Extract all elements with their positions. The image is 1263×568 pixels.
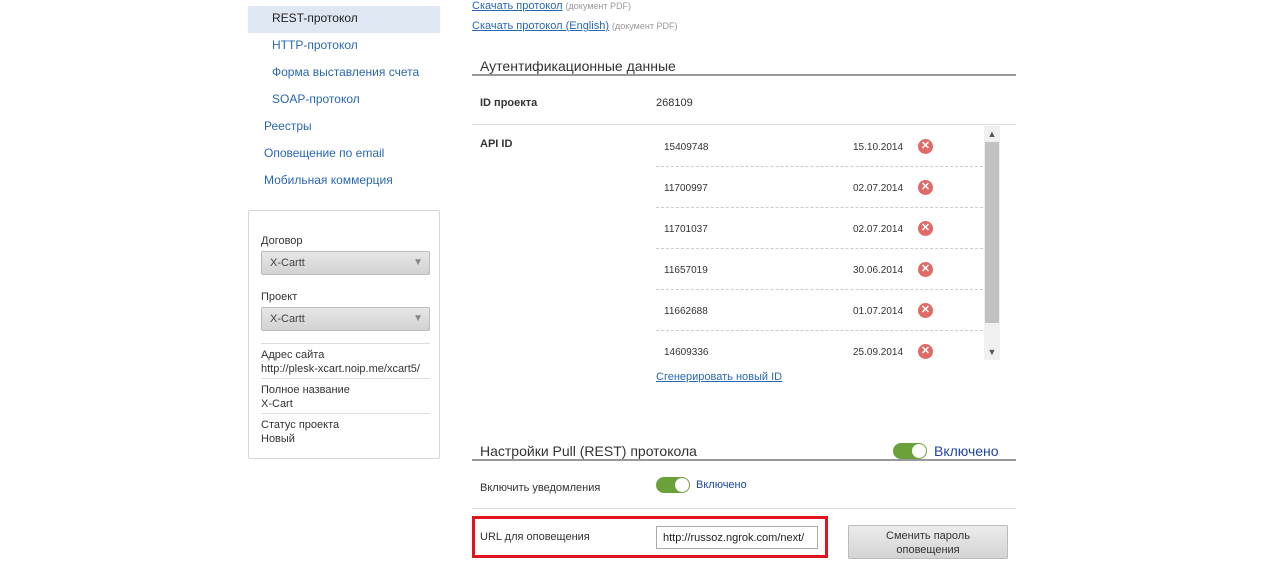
api-id-value: 14609336 [664,347,709,358]
button-label-line1: Сменить пароль [886,530,970,542]
contract-select[interactable]: X-Cartt ▼ [261,251,430,275]
project-select[interactable]: X-Cartt ▼ [261,307,430,331]
sidebar-nav: REST-протокол HTTP-протокол Форма выстав… [248,6,440,195]
notification-url-input[interactable] [656,526,818,549]
list-item: 14609336 25.09.2014 ✕ [656,331,983,360]
pdf-hint: (документ PDF) [565,1,632,11]
delete-icon[interactable]: ✕ [918,262,933,277]
download-protocol-row: Скачать протокол (документ PDF) [472,0,631,12]
sidebar-item-http-protocol[interactable]: HTTP-протокол [248,33,440,60]
pull-enabled-toggle[interactable] [893,443,927,459]
site-address: Адрес сайта http://plesk-xcart.noip.me/x… [261,343,430,378]
site-address-label: Адрес сайта [261,349,325,361]
sidebar-item-email-notification[interactable]: Оповещение по email [248,141,440,168]
auth-section-title: Аутентификационные данные [472,59,1016,76]
project-id-value: 268109 [656,97,693,109]
notifications-toggle-label: Включено [696,479,747,491]
download-protocol-en-link[interactable]: Скачать протокол (English) [472,20,609,32]
api-id-value: 11701037 [664,224,708,235]
divider [472,124,1016,125]
project-select-value: X-Cartt [270,313,305,325]
change-notification-password-button[interactable]: Сменить пароль оповещения [848,525,1008,559]
list-item: 11662688 01.07.2014 ✕ [656,290,983,331]
sidebar-item-registries[interactable]: Реестры [248,114,440,141]
api-id-date: 25.09.2014 [853,347,904,358]
project-status-label: Статус проекта [261,419,340,431]
full-name-label: Полное название [261,384,350,396]
arrow-down-icon: ▼ [413,313,423,324]
list-item: 11700997 02.07.2014 ✕ [656,167,983,208]
chevron-down-icon[interactable]: ▼ [984,344,1000,360]
sidebar-item-label: Форма выставления счета [272,65,420,79]
scrollbar-thumb[interactable] [985,142,999,323]
sidebar-item-label: Мобильная коммерция [264,173,393,187]
api-id-date: 02.07.2014 [853,183,904,194]
notification-url-label: URL для оповещения [480,531,590,543]
project-status-value: Новый [261,433,295,445]
sidebar-item-soap-protocol[interactable]: SOAP-протокол [248,87,440,114]
api-id-value: 11662688 [664,306,708,317]
chevron-up-icon[interactable]: ▲ [984,126,1000,142]
delete-icon[interactable]: ✕ [918,139,933,154]
list-item: 11657019 30.06.2014 ✕ [656,249,983,290]
arrow-down-icon: ▼ [413,257,423,268]
download-protocol-en-row: Скачать протокол (English) (документ PDF) [472,20,677,32]
project-id-label: ID проекта [480,97,538,109]
sidebar-item-label: Реестры [264,119,312,133]
generate-new-id-link[interactable]: Сгенерировать новый ID [656,371,782,383]
delete-icon[interactable]: ✕ [918,221,933,236]
sidebar-item-label: HTTP-протокол [272,38,358,52]
list-item: 11701037 02.07.2014 ✕ [656,208,983,249]
api-list-scrollbar[interactable]: ▲ ▼ [984,126,1000,360]
pdf-hint: (документ PDF) [611,21,678,31]
notifications-toggle[interactable] [656,477,690,493]
api-id-value: 11700997 [664,183,708,194]
api-id-value: 11657019 [664,265,708,276]
full-name: Полное название X-Cart [261,378,430,413]
delete-icon[interactable]: ✕ [918,303,933,318]
contract-label: Договор [261,235,303,247]
sidebar-item-invoice-form[interactable]: Форма выставления счета [248,60,440,87]
api-id-value: 15409748 [664,142,709,153]
divider [472,508,1016,509]
project-status: Статус проекта Новый [261,413,430,448]
toggle-knob [912,444,926,458]
download-protocol-link[interactable]: Скачать протокол [472,0,563,12]
toggle-knob [675,478,689,492]
api-id-date: 15.10.2014 [853,142,904,153]
project-label: Проект [261,291,298,303]
button-label-line2: оповещения [896,544,960,556]
full-name-value: X-Cart [261,398,293,410]
api-id-list: 15409748 15.10.2014 ✕ 11700997 02.07.201… [656,126,1000,360]
pull-section-title-text: Настройки Pull (REST) протокола [480,443,697,459]
pull-enabled-label: Включено [934,443,999,459]
api-id-date: 01.07.2014 [853,306,904,317]
sidebar-item-rest-protocol[interactable]: REST-протокол [248,6,440,33]
site-address-value: http://plesk-xcart.noip.me/xcart5/ [261,363,420,375]
notifications-label: Включить уведомления [480,482,601,494]
sidebar-item-mobile-commerce[interactable]: Мобильная коммерция [248,168,440,195]
delete-icon[interactable]: ✕ [918,180,933,195]
list-item: 15409748 15.10.2014 ✕ [656,126,983,167]
api-id-date: 30.06.2014 [853,265,904,276]
sidebar-item-label: SOAP-протокол [272,92,360,106]
sidebar-item-label: REST-протокол [272,11,358,25]
api-id-label: API ID [480,138,513,150]
sidebar-item-label: Оповещение по email [264,146,385,160]
delete-icon[interactable]: ✕ [918,344,933,359]
api-id-date: 02.07.2014 [853,224,904,235]
project-info-panel: Договор X-Cartt ▼ Проект X-Cartt ▼ Адрес… [248,210,440,459]
contract-select-value: X-Cartt [270,257,305,269]
